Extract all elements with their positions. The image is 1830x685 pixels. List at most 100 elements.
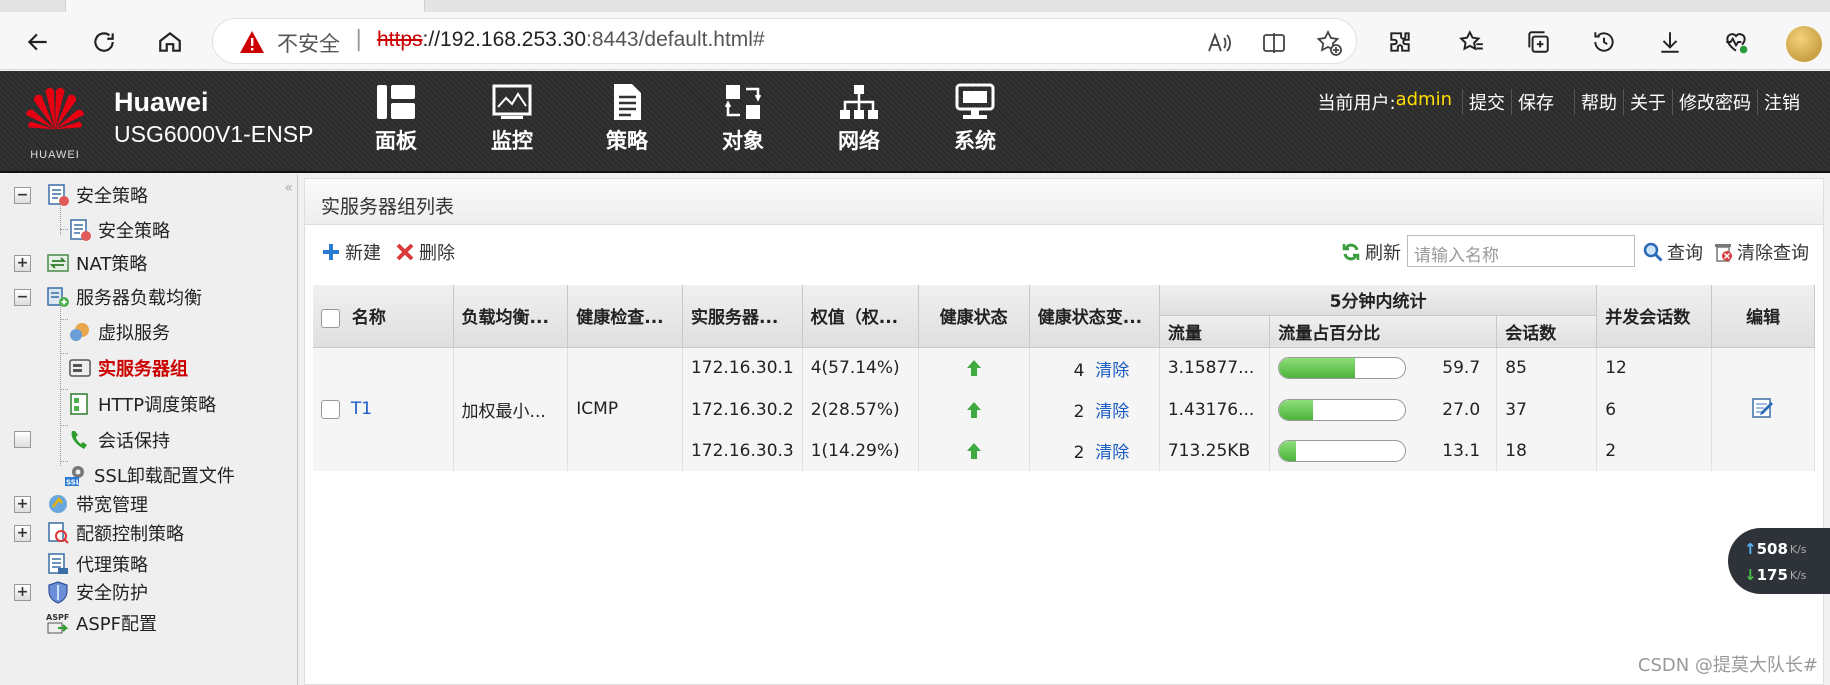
read-aloud-icon[interactable] (1205, 29, 1233, 57)
expand-toggle[interactable]: + (14, 496, 31, 513)
weight-header[interactable]: 权值（权... (802, 285, 919, 348)
delete-button[interactable]: 删除 (395, 239, 455, 265)
sidebar-item-virtual-service[interactable]: 虚拟服务 (68, 317, 170, 347)
health-change-header[interactable]: 健康状态变... (1029, 285, 1160, 348)
download-icon[interactable] (1654, 26, 1686, 58)
nav-policy[interactable]: 策略 (587, 83, 667, 163)
sidebar-item-security-policy-group[interactable]: 安全策略 (46, 180, 148, 210)
traffic-percent-text: 13.1 (1442, 440, 1481, 461)
real-server-header[interactable]: 实服务器... (682, 285, 803, 348)
sidebar-item-quota-control[interactable]: 配额控制策略 (46, 518, 184, 548)
nav-dashboard[interactable]: 面板 (356, 83, 436, 163)
select-all-checkbox[interactable] (321, 308, 340, 328)
network-speed-widget[interactable]: ↑ 508 K/s ↓ 175 K/s (1728, 528, 1830, 594)
huawei-logo: HUAWEI (20, 81, 90, 161)
shield-icon (48, 581, 68, 604)
concurrent-sessions-header[interactable]: 并发会话数 (1596, 285, 1713, 348)
split-view-icon[interactable] (1260, 29, 1288, 57)
help-button[interactable]: 帮助 (1574, 89, 1623, 115)
active-tab[interactable] (65, 0, 425, 12)
search-input[interactable]: 请输入名称 (1407, 235, 1635, 267)
system-icon (955, 83, 995, 119)
traffic-cell: 713.25KB (1159, 430, 1271, 471)
save-button[interactable]: 保存 (1511, 89, 1560, 115)
sidebar-item-bandwidth[interactable]: 带宽管理 (46, 489, 148, 519)
submit-button[interactable]: 提交 (1462, 89, 1511, 115)
row-checkbox[interactable] (321, 399, 340, 419)
sidebar-item-slb[interactable]: 服务器负载均衡 (46, 282, 202, 312)
nav-object[interactable]: 对象 (703, 83, 783, 163)
dashboard-icon (377, 85, 415, 119)
server-ip: 172.16.30.3 (682, 430, 803, 471)
health-status-header[interactable]: 健康状态 (918, 285, 1030, 348)
traffic-cell: 1.43176... (1159, 389, 1271, 430)
expand-toggle[interactable]: + (14, 525, 31, 542)
expand-toggle[interactable]: + (14, 584, 31, 601)
traffic-header[interactable]: 流量 (1159, 315, 1271, 348)
monitor-icon (492, 84, 532, 119)
history-icon[interactable] (1588, 26, 1620, 58)
nav-network[interactable]: 网络 (819, 83, 899, 163)
about-button[interactable]: 关于 (1623, 89, 1672, 115)
session-persistence-icon (71, 431, 87, 449)
sidebar-item-real-server-group[interactable]: 实服务器组 (68, 353, 188, 383)
collections-icon[interactable] (1522, 26, 1554, 58)
back-icon[interactable] (22, 26, 54, 58)
sessions-header[interactable]: 会话数 (1496, 315, 1598, 348)
search-icon (1643, 242, 1663, 262)
virtual-service-icon (70, 323, 89, 341)
real-server-group-table: 名称 负载均衡... 健康检查... 实服务器... 权值（权... 健康状态 … (313, 285, 1815, 471)
aspf-icon: ASPF (46, 613, 69, 634)
home-icon[interactable] (154, 26, 186, 58)
collapse-toggle[interactable]: − (14, 187, 31, 204)
sidebar-item-http-scheduling[interactable]: HTTP调度策略 (68, 389, 216, 419)
health-check-header[interactable]: 健康检查... (567, 285, 683, 348)
clear-link[interactable]: 清除 (1095, 402, 1129, 422)
collapse-sidebar-icon[interactable]: « (284, 180, 293, 196)
sidebar-item-security-policy[interactable]: 安全策略 (68, 215, 170, 245)
policy-icon (614, 84, 641, 120)
group-name-link[interactable]: T1 (351, 399, 372, 419)
collapse-toggle[interactable]: − (14, 289, 31, 306)
expand-toggle[interactable]: + (14, 255, 31, 272)
sidebar-item-ssl-offload[interactable]: SSL SSL卸载配置文件 (64, 460, 235, 490)
change-password-button[interactable]: 修改密码 (1672, 89, 1757, 115)
extensions-icon[interactable] (1384, 26, 1416, 58)
reload-icon[interactable] (88, 26, 120, 58)
app-header: HUAWEI Huawei USG6000V1-ENSP 面板 监控 策略 对象… (0, 71, 1830, 173)
sessions-cell: 85 (1496, 347, 1598, 389)
server-group-icon (69, 359, 91, 377)
warning-icon (240, 31, 264, 53)
server-ip: 172.16.30.1 (682, 347, 803, 389)
sidebar-item-proxy-policy[interactable]: 代理策略 (46, 549, 148, 579)
clear-query-button[interactable]: 清除查询 (1713, 239, 1809, 265)
clear-link[interactable]: 清除 (1095, 443, 1129, 463)
sidebar-item-aspf[interactable]: ASPF ASPF配置 (46, 608, 157, 638)
traffic-percent-bar (1278, 439, 1407, 462)
health-change-count: 2 (1073, 402, 1085, 422)
refresh-button[interactable]: 刷新 (1341, 239, 1401, 265)
favorites-icon[interactable] (1456, 26, 1488, 58)
nav-system[interactable]: 系统 (935, 83, 1015, 163)
address-bar[interactable]: 不安全 | https://192.168.253.30:8443/defaul… (212, 18, 1357, 64)
sidebar-item-session-persistence[interactable]: 会话保持 (68, 425, 170, 455)
logout-button[interactable]: 注销 (1757, 89, 1806, 115)
new-button[interactable]: 新建 (321, 239, 381, 265)
edit-icon[interactable] (1751, 395, 1775, 419)
username: admin (1395, 89, 1452, 110)
list-toolbar: 新建 删除 刷新 请输入名称 查询 清除查询 (305, 225, 1823, 275)
group-select-cell: T1 (313, 347, 454, 471)
browser-tab-strip (0, 0, 1830, 12)
sidebar-item-nat-policy[interactable]: NAT策略 (46, 248, 147, 278)
add-favorite-icon[interactable] (1315, 29, 1343, 57)
nav-monitor[interactable]: 监控 (472, 83, 552, 163)
health-up-icon (966, 360, 981, 377)
server-weight: 2(28.57%) (802, 389, 919, 430)
clear-link[interactable]: 清除 (1095, 361, 1129, 381)
browser-essentials-icon[interactable] (1720, 26, 1752, 58)
query-button[interactable]: 查询 (1643, 239, 1703, 265)
sidebar-item-security-protection[interactable]: 安全防护 (46, 577, 148, 607)
lb-algorithm-header[interactable]: 负载均衡... (453, 285, 569, 348)
profile-avatar[interactable] (1786, 26, 1822, 62)
traffic-percent-header[interactable]: 流量占百分比 (1269, 315, 1498, 348)
